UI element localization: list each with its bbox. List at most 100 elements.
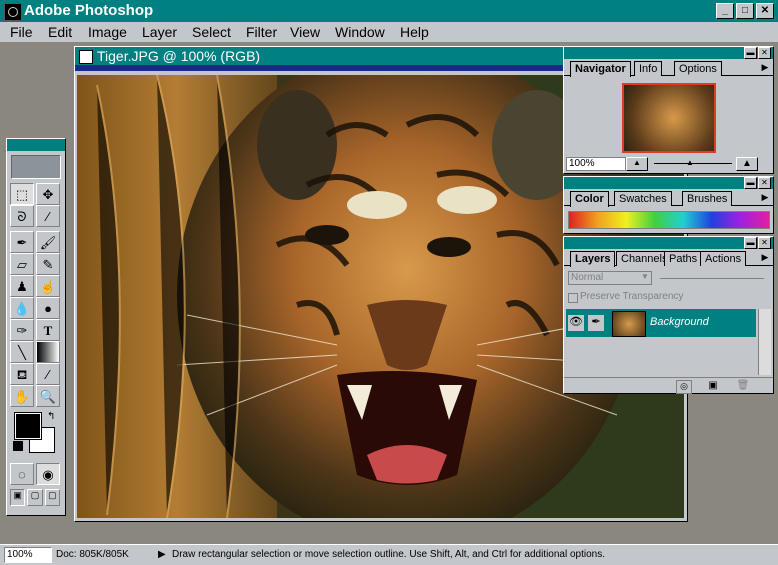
palette-minimize-button[interactable]: ▬ [744, 47, 757, 59]
tab-options[interactable]: Options [674, 61, 722, 76]
color-menu-arrow-icon[interactable]: ▶ [759, 191, 771, 204]
new-layer-icon[interactable]: ▣ [706, 380, 720, 392]
navigator-titlebar[interactable]: ▬ ✕ [564, 47, 773, 59]
status-message: Draw rectangular selection or move selec… [172, 549, 605, 560]
blur-icon[interactable]: 💧 [10, 297, 34, 319]
zoom-slider-thumb[interactable]: ▲ [686, 158, 694, 167]
status-bar: 100% Doc: 805K/805K ▶ Draw rectangular s… [0, 544, 778, 565]
zoom-in-icon[interactable]: ▲ [736, 157, 758, 171]
paint-bucket-icon[interactable]: ⛾ [10, 363, 34, 385]
swap-colors-icon[interactable]: ↰ [47, 411, 55, 422]
photoshop-app-icon[interactable] [4, 3, 22, 21]
layers-scrollbar[interactable] [758, 309, 771, 375]
type-icon[interactable]: T [36, 319, 60, 341]
menu-layer[interactable]: Layer [142, 23, 177, 41]
pen-icon[interactable]: ✑ [10, 319, 34, 341]
zoom-icon[interactable]: 🔍 [36, 385, 60, 407]
paintbrush-icon[interactable]: 🖌 [36, 231, 60, 253]
eraser-icon[interactable]: ▱ [10, 253, 34, 275]
eyedropper-icon[interactable]: ⁄ [36, 363, 60, 385]
trash-icon[interactable]: 🗑 [736, 380, 750, 392]
smudge-icon[interactable]: ☝ [36, 275, 60, 297]
marquee-icon[interactable]: ⬚ [10, 183, 34, 205]
photoshop-eye-logo[interactable] [11, 155, 61, 179]
menu-window[interactable]: Window [335, 23, 385, 41]
navigator-menu-arrow-icon[interactable]: ▶ [759, 61, 771, 74]
full-screen-menu-icon[interactable]: ▢ [27, 489, 43, 506]
menu-edit[interactable]: Edit [48, 23, 72, 41]
minimize-button[interactable]: _ [716, 3, 734, 19]
status-doc-size: Doc: 805K/805K [56, 549, 129, 560]
document-titlebar[interactable]: Tiger.JPG @ 100% (RGB) [75, 47, 565, 65]
menu-view[interactable]: View [290, 23, 320, 41]
menu-help[interactable]: Help [400, 23, 429, 41]
line-icon[interactable]: ╲ [10, 341, 34, 363]
tab-paths[interactable]: Paths [664, 251, 703, 266]
navigator-thumbnail[interactable] [622, 83, 716, 153]
close-button[interactable]: ✕ [756, 3, 774, 19]
burn-icon[interactable]: ● [36, 297, 60, 319]
preserve-transparency-checkbox[interactable] [568, 293, 578, 303]
menu-filter[interactable]: Filter [246, 23, 277, 41]
magic-wand-icon[interactable]: ⁄ [36, 205, 60, 227]
pencil-icon[interactable]: ✎ [36, 253, 60, 275]
move-icon[interactable]: ✥ [36, 183, 60, 205]
layer-thumbnail [612, 311, 646, 337]
full-screen-icon[interactable]: ▢ [44, 489, 60, 506]
tab-color[interactable]: Color [570, 191, 609, 207]
mask-icon[interactable]: ◎ [676, 380, 692, 394]
layers-titlebar[interactable]: ▬ ✕ [564, 237, 773, 249]
tab-layers[interactable]: Layers [570, 251, 616, 267]
palette-close-button[interactable]: ✕ [758, 177, 771, 189]
layer-name: Background [650, 316, 709, 328]
document-title: Tiger.JPG @ 100% (RGB) [97, 48, 261, 64]
status-zoom-field[interactable]: 100% [4, 547, 52, 563]
navigator-palette: ▬ ✕ Navigator Info Options ▶ 100% ▲ ▲ ▲ [563, 46, 774, 174]
tab-swatches[interactable]: Swatches [614, 191, 672, 206]
gradient-icon[interactable] [36, 341, 60, 363]
quick-mask-icon[interactable]: ◉ [36, 463, 60, 485]
rubber-stamp-icon[interactable]: ♟ [10, 275, 34, 297]
menu-file[interactable]: File [10, 23, 33, 41]
color-tabs: Color Swatches Brushes ▶ [564, 189, 773, 207]
navigator-zoom-field[interactable]: 100% [566, 157, 626, 171]
color-titlebar[interactable]: ▬ ✕ [564, 177, 773, 189]
color-ramp[interactable] [568, 211, 770, 229]
chevron-down-icon[interactable]: ▼ [640, 272, 650, 283]
app-title: Adobe Photoshop [24, 2, 154, 19]
foreground-color-swatch[interactable] [14, 412, 42, 440]
lasso-icon[interactable]: ᘐ [10, 205, 34, 227]
menu-select[interactable]: Select [192, 23, 231, 41]
palette-minimize-button[interactable]: ▬ [744, 237, 757, 249]
layers-footer: ◎ ▣ 🗑 [564, 377, 773, 394]
document-titlebar-strip [75, 65, 565, 71]
tab-navigator[interactable]: Navigator [570, 61, 631, 77]
toolbox-titlebar[interactable] [7, 139, 65, 151]
status-menu-arrow-icon[interactable]: ▶ [158, 548, 166, 562]
palette-close-button[interactable]: ✕ [758, 237, 771, 249]
zoom-out-icon[interactable]: ▲ [626, 157, 648, 171]
navigator-tabs: Navigator Info Options ▶ [564, 59, 773, 77]
layers-menu-arrow-icon[interactable]: ▶ [759, 251, 771, 264]
paintbrush-layer-icon[interactable]: ✒ [588, 315, 604, 331]
layer-row-background[interactable]: 👁 ✒ Background [566, 309, 756, 337]
palette-close-button[interactable]: ✕ [758, 47, 771, 59]
menu-image[interactable]: Image [88, 23, 127, 41]
tab-info[interactable]: Info [634, 61, 663, 76]
screen-mode-group: ▣ ▢ ▢ [10, 489, 60, 506]
default-colors-icon[interactable] [13, 441, 23, 451]
airbrush-icon[interactable]: ✒ [10, 231, 34, 253]
eye-icon[interactable]: 👁 [568, 315, 584, 331]
tab-brushes[interactable]: Brushes [682, 191, 733, 206]
palette-minimize-button[interactable]: ▬ [744, 177, 757, 189]
color-palette: ▬ ✕ Color Swatches Brushes ▶ [563, 176, 774, 234]
document-icon[interactable] [79, 50, 93, 64]
tab-actions[interactable]: Actions [700, 251, 747, 266]
layers-palette: ▬ ✕ Layers Channels Paths Actions ▶ Norma… [563, 236, 774, 394]
app-titlebar: Adobe Photoshop _ □ ✕ [0, 0, 778, 22]
standard-mode-icon[interactable]: ◌ [10, 463, 34, 485]
maximize-button[interactable]: □ [736, 3, 754, 19]
standard-screen-icon[interactable]: ▣ [10, 489, 26, 506]
hand-icon[interactable]: ✋ [10, 385, 34, 407]
opacity-slider-line[interactable] [660, 278, 764, 279]
